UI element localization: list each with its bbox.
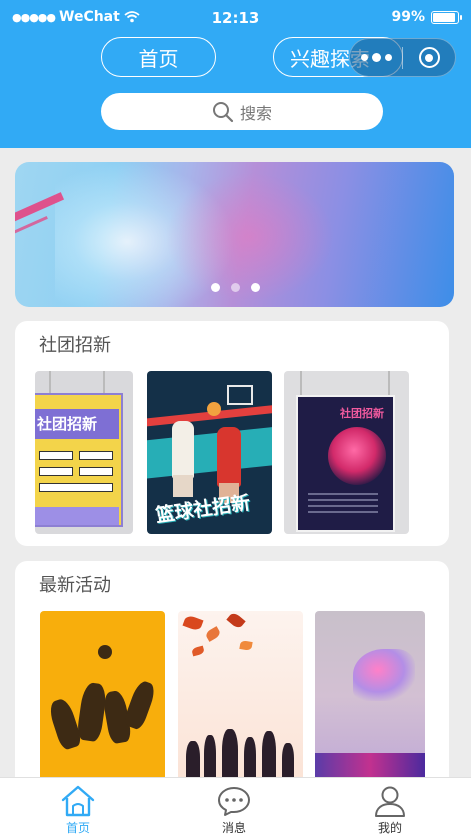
- carousel-dot-active[interactable]: [211, 283, 220, 292]
- tabbar-item-home[interactable]: 首页: [38, 784, 118, 836]
- poster-image: 社团招新: [296, 395, 395, 532]
- crowd-silhouette: [178, 721, 303, 781]
- player-figure: [217, 427, 241, 487]
- search-placeholder: 搜索: [239, 103, 272, 123]
- tab-home[interactable]: 首页: [101, 37, 216, 77]
- leaf-icon: [182, 614, 204, 632]
- poster-text: 社团招新: [340, 407, 384, 420]
- tabbar-label: 消息: [221, 821, 246, 835]
- battery-icon: [431, 10, 462, 24]
- club-recruitment-section: 社团招新 社团招新 篮球社招新 社团招新: [15, 321, 449, 546]
- search-icon: [212, 101, 234, 122]
- carousel-dot[interactable]: [231, 283, 240, 292]
- leaf-icon: [204, 626, 222, 642]
- recruit-poster-1[interactable]: 社团招新: [35, 371, 133, 534]
- target-close-icon: [418, 47, 440, 68]
- bottom-tab-bar: 首页 消息 我的: [0, 777, 471, 838]
- miniprogram-capsule: [349, 38, 456, 77]
- jumping-silhouette: [76, 681, 108, 743]
- search-bar[interactable]: 搜索: [101, 93, 383, 130]
- basketball-icon: [207, 402, 221, 416]
- recruit-poster-3[interactable]: 社团招新: [284, 371, 409, 534]
- poster-text: 社团招新: [37, 415, 98, 433]
- battery-status: 99%: [391, 9, 462, 25]
- player-figure: [172, 421, 194, 479]
- more-options-button[interactable]: [350, 53, 402, 62]
- tabbar-label: 首页: [65, 821, 90, 835]
- home-icon: [61, 785, 95, 817]
- headphones-graphic: [328, 427, 386, 485]
- event-poster-3[interactable]: [315, 611, 425, 781]
- more-dot-icon: [384, 54, 392, 61]
- latest-events-section: 最新活动: [15, 561, 449, 801]
- runner-graphic: [353, 649, 415, 701]
- banner-carousel[interactable]: [15, 162, 454, 307]
- basketball-hoop-icon: [227, 385, 253, 405]
- poster-text: 篮球社招新: [154, 491, 252, 527]
- header: 首页 兴趣探索 搜索: [0, 34, 471, 148]
- tabbar-label: 我的: [377, 821, 402, 835]
- carousel-indicator: [211, 283, 260, 292]
- tabbar-item-messages[interactable]: 消息: [194, 784, 274, 836]
- event-poster-1[interactable]: [40, 611, 165, 781]
- leaf-icon: [191, 645, 205, 657]
- carousel-dot[interactable]: [251, 283, 260, 292]
- battery-percent: 99%: [391, 9, 425, 25]
- event-poster-2[interactable]: [178, 611, 303, 781]
- user-icon: [375, 786, 405, 817]
- tabbar-item-profile[interactable]: 我的: [350, 784, 430, 836]
- status-bar: ●●●●● WeChat 12:13 99%: [0, 0, 471, 34]
- section-title: 最新活动: [39, 575, 111, 596]
- more-dot-icon: [371, 53, 381, 62]
- leaf-icon: [239, 640, 253, 651]
- leaf-icon: [226, 611, 246, 630]
- ball-icon: [98, 645, 112, 659]
- close-miniprogram-button[interactable]: [403, 47, 455, 68]
- poster-image: 社团招新: [35, 393, 123, 527]
- more-dot-icon: [360, 54, 368, 61]
- jumping-silhouette: [122, 679, 158, 731]
- recruit-poster-basketball[interactable]: 篮球社招新: [147, 371, 272, 534]
- section-title: 社团招新: [39, 335, 111, 356]
- chat-icon: [218, 787, 250, 816]
